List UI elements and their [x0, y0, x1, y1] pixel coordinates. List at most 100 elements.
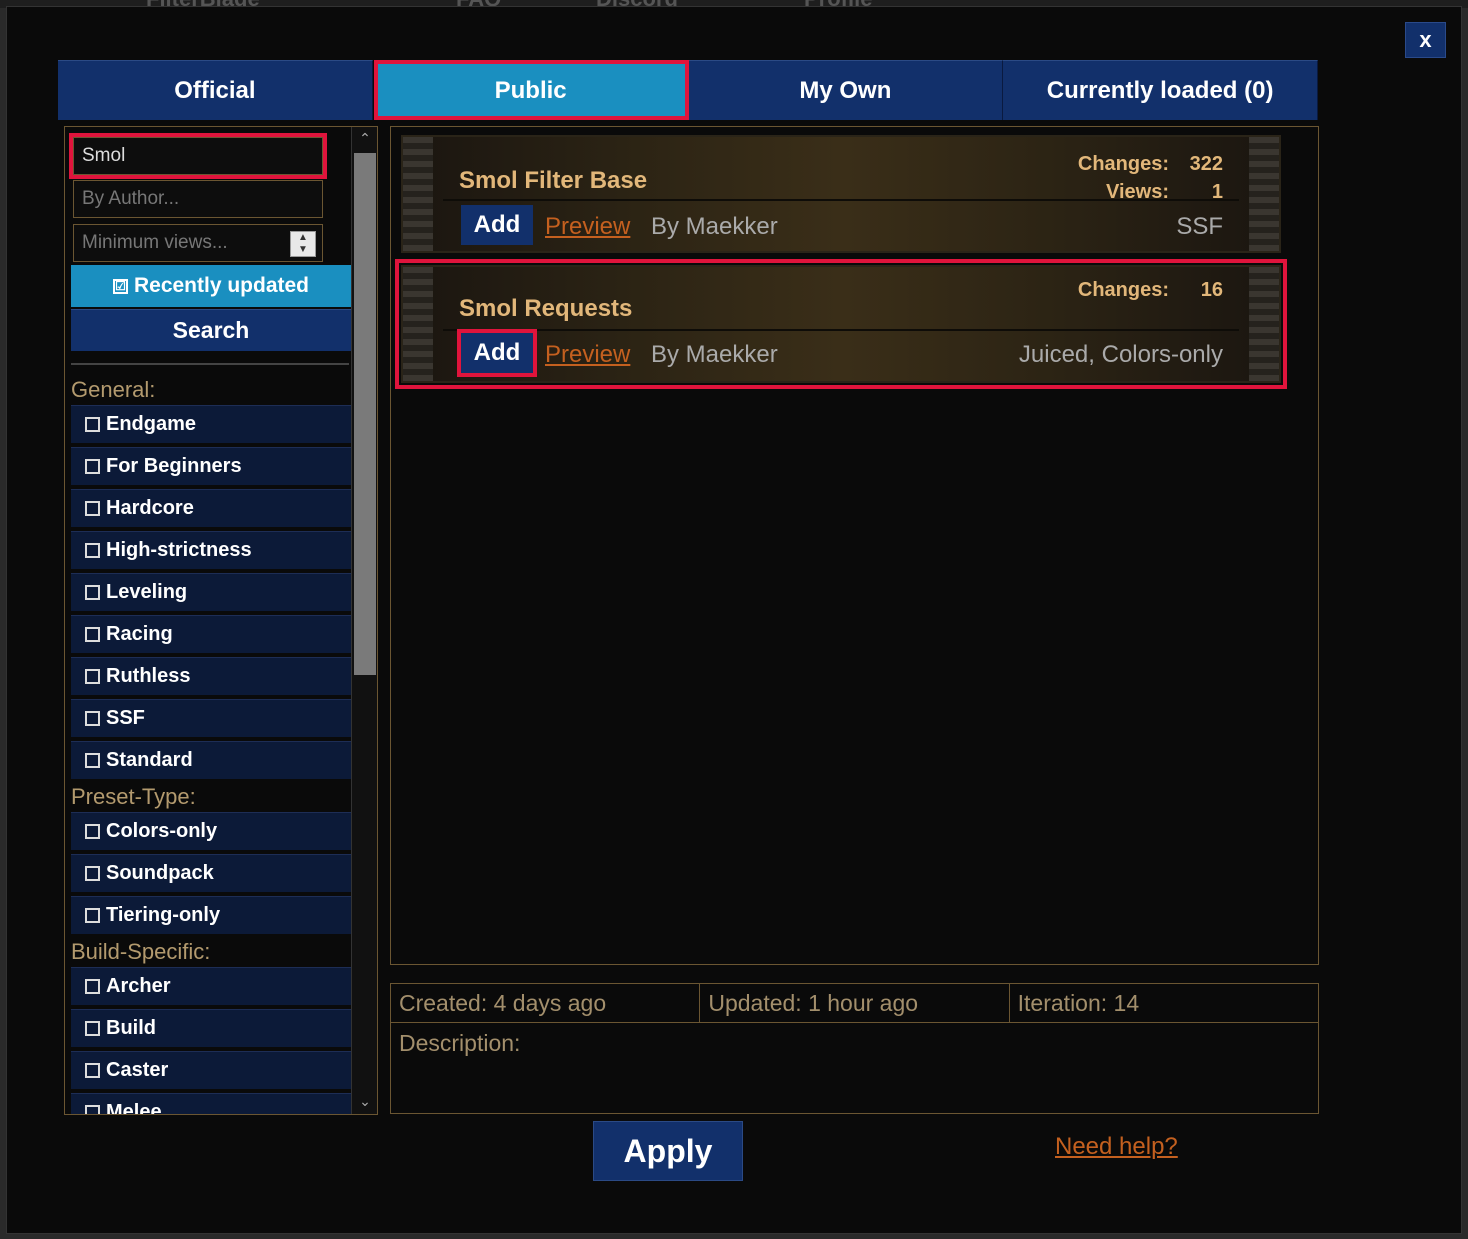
card-pillar-left: [403, 137, 433, 251]
checkbox-icon: [85, 417, 100, 432]
created-info: Created: 4 days ago: [391, 984, 701, 1022]
category-standard[interactable]: Standard: [71, 741, 351, 781]
scroll-down-icon[interactable]: ⌄: [352, 1090, 377, 1114]
result-card: Smol Filter Base Changes: 322 Views: 1 A…: [401, 135, 1281, 253]
category-hardcore[interactable]: Hardcore: [71, 489, 351, 529]
card-pillar-left: [403, 267, 433, 381]
tab-public[interactable]: Public: [373, 60, 689, 120]
category-for-beginners[interactable]: For Beginners: [71, 447, 351, 487]
checkbox-icon: [85, 908, 100, 923]
checkbox-icon: [85, 753, 100, 768]
category-ruthless[interactable]: Ruthless: [71, 657, 351, 697]
tags-label: SSF: [1176, 213, 1223, 240]
checkbox-checked-icon: ☑: [112, 278, 128, 294]
tab-currently-loaded[interactable]: Currently loaded (0): [1003, 60, 1318, 120]
category-endgame[interactable]: Endgame: [71, 405, 351, 445]
category-label: Ruthless: [106, 665, 191, 687]
category-archer[interactable]: Archer: [71, 967, 351, 1007]
checkbox-icon: [85, 585, 100, 600]
views-stepper[interactable]: ▲ ▼: [290, 231, 316, 257]
category-label: Colors-only: [106, 820, 218, 842]
sidebar-divider: [71, 363, 349, 365]
card-pillar-right: [1249, 267, 1279, 381]
author-input-placeholder: By Author...: [82, 188, 180, 209]
search-button[interactable]: Search: [71, 309, 351, 351]
category-label: Tiering-only: [106, 904, 221, 926]
category-melee[interactable]: Melee: [71, 1093, 351, 1115]
recently-updated-toggle[interactable]: ☑ Recently updated: [71, 265, 351, 307]
category-soundpack[interactable]: Soundpack: [71, 854, 351, 894]
minimum-views-input[interactable]: Minimum views... ▲ ▼: [73, 224, 323, 262]
info-row: Created: 4 days ago Updated: 1 hour ago …: [391, 984, 1318, 1023]
category-label: Hardcore: [106, 497, 194, 519]
checkbox-icon: [85, 979, 100, 994]
card-pillar-right: [1249, 137, 1279, 251]
scroll-thumb[interactable]: [354, 153, 376, 675]
need-help-link[interactable]: Need help?: [1055, 1133, 1178, 1161]
category-label: Leveling: [106, 581, 188, 603]
changes-value: 322: [1189, 153, 1223, 175]
checkbox-icon: [85, 459, 100, 474]
apply-button[interactable]: Apply: [593, 1121, 743, 1181]
checkbox-icon: [85, 824, 100, 839]
card-divider: [443, 329, 1239, 331]
result-title: Smol Filter Base: [459, 167, 648, 194]
category-label: Caster: [106, 1059, 169, 1081]
updated-info: Updated: 1 hour ago: [700, 984, 1010, 1022]
sidebar-scrollbar[interactable]: ⌃ ⌄: [351, 127, 377, 1114]
recently-updated-label: Recently updated: [133, 274, 310, 297]
category-label: Soundpack: [106, 862, 214, 884]
author-input[interactable]: By Author...: [73, 180, 323, 218]
views-label: Views:: [1106, 181, 1169, 203]
category-label: Racing: [106, 623, 173, 645]
views-stat: Views: 1: [1106, 181, 1223, 204]
checkbox-icon: [85, 866, 100, 881]
category-leveling[interactable]: Leveling: [71, 573, 351, 613]
checkbox-icon: [85, 627, 100, 642]
result-title: Smol Requests: [459, 295, 633, 322]
category-build[interactable]: Build: [71, 1009, 351, 1049]
close-button[interactable]: x: [1405, 22, 1446, 58]
category-label: Archer: [106, 975, 171, 997]
category-label: SSF: [106, 707, 145, 729]
description-label: Description:: [399, 1030, 521, 1056]
category-tiering-only[interactable]: Tiering-only: [71, 896, 351, 936]
tab-official[interactable]: Official: [58, 60, 373, 120]
views-value: 1: [1211, 181, 1223, 203]
category-label: Standard: [106, 749, 193, 771]
category-label: Melee: [106, 1101, 162, 1115]
preview-link[interactable]: Preview: [545, 213, 630, 241]
filter-sidebar: Smol By Author... Minimum views... ▲ ▼ ☑ …: [64, 126, 378, 1115]
add-button[interactable]: Add: [457, 329, 537, 377]
tags-label: Juiced, Colors-only: [1018, 341, 1223, 368]
tab-bar: Official Public My Own Currently loaded …: [58, 60, 1318, 120]
category-colors-only[interactable]: Colors-only: [71, 812, 351, 852]
checkbox-icon: [85, 1063, 100, 1078]
tab-my-own[interactable]: My Own: [688, 60, 1004, 120]
iteration-info: Iteration: 14: [1017, 989, 1140, 1016]
category-label: Endgame: [106, 413, 197, 435]
author-label: By Maekker: [651, 213, 778, 240]
changes-stat: Changes: 322: [1078, 153, 1223, 176]
checkbox-icon: [85, 669, 100, 684]
views-input-placeholder: Minimum views...: [82, 232, 228, 253]
changes-label: Changes:: [1077, 279, 1169, 301]
preview-link[interactable]: Preview: [545, 341, 630, 369]
result-card: Smol Requests Changes: 16 Add Preview By…: [395, 259, 1287, 389]
category-label: Build: [106, 1017, 156, 1039]
changes-label: Changes:: [1077, 153, 1169, 175]
section-title-build-specific: Build-Specific:: [71, 939, 211, 964]
preset-info-panel: Created: 4 days ago Updated: 1 hour ago …: [390, 983, 1319, 1114]
add-button[interactable]: Add: [461, 205, 533, 245]
scroll-up-icon[interactable]: ⌃: [352, 127, 377, 151]
category-label: High-strictness: [106, 539, 252, 561]
category-high-strictness[interactable]: High-strictness: [71, 531, 351, 571]
category-ssf[interactable]: SSF: [71, 699, 351, 739]
checkbox-icon: [85, 1021, 100, 1036]
category-caster[interactable]: Caster: [71, 1051, 351, 1091]
changes-stat: Changes: 16: [1078, 279, 1223, 302]
section-title-preset-type: Preset-Type:: [71, 784, 196, 809]
category-racing[interactable]: Racing: [71, 615, 351, 655]
checkbox-icon: [85, 501, 100, 516]
search-input[interactable]: Smol: [69, 133, 327, 179]
